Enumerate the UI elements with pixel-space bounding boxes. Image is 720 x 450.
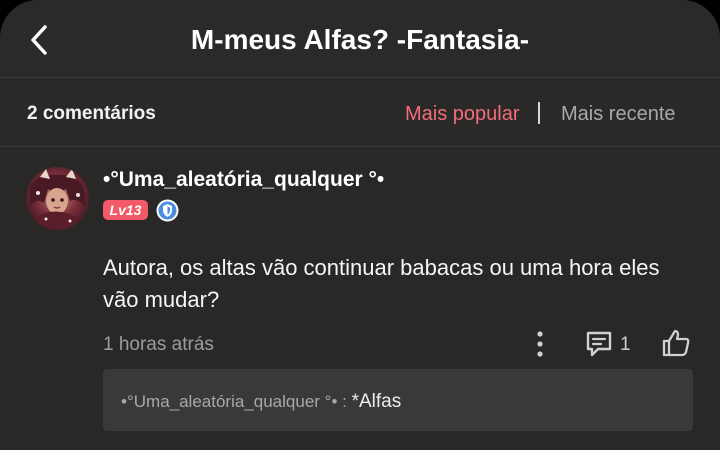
- comment-username[interactable]: •°Uma_aleatória_qualquer °•: [103, 168, 384, 192]
- chevron-left-icon: [31, 25, 47, 55]
- comment-timestamp: 1 horas atrás: [103, 334, 214, 355]
- sort-recent-tab[interactable]: Mais recente: [561, 103, 676, 126]
- level-badge: Lv13: [103, 200, 148, 220]
- shield-badge-icon: [156, 199, 179, 222]
- sort-bar: 2 comentários Mais popular Mais recente: [0, 78, 720, 147]
- sort-divider: [538, 102, 540, 124]
- comments-screen: M-meus Alfas? -Fantasia- 2 comentários M…: [0, 0, 720, 450]
- avatar[interactable]: [26, 167, 89, 230]
- back-button[interactable]: [22, 20, 56, 60]
- thumbs-up-icon: [662, 329, 690, 357]
- reply-count: 1: [620, 334, 631, 355]
- avatar-image: [26, 167, 89, 230]
- reply-separator: :: [337, 392, 352, 411]
- page-title: M-meus Alfas? -Fantasia-: [190, 24, 530, 55]
- more-options-button[interactable]: [528, 328, 552, 360]
- reply-button[interactable]: 1: [584, 328, 640, 360]
- like-button[interactable]: [660, 327, 692, 359]
- sort-popular-tab[interactable]: Mais popular: [405, 103, 520, 126]
- reply-author: •°Uma_aleatória_qualquer °•: [121, 392, 338, 411]
- reply-preview[interactable]: •°Uma_aleatória_qualquer °• : *Alfas: [103, 369, 693, 431]
- comment-body: Autora, os altas vão continuar babacas o…: [103, 255, 660, 312]
- more-vertical-icon: [537, 331, 543, 357]
- reply-line: •°Uma_aleatória_qualquer °• : *Alfas: [121, 391, 401, 413]
- comment-count: 2 comentários: [27, 103, 156, 124]
- reply-text: *Alfas: [351, 391, 402, 412]
- top-bar: M-meus Alfas? -Fantasia-: [0, 0, 720, 78]
- comment-icon: [586, 331, 612, 357]
